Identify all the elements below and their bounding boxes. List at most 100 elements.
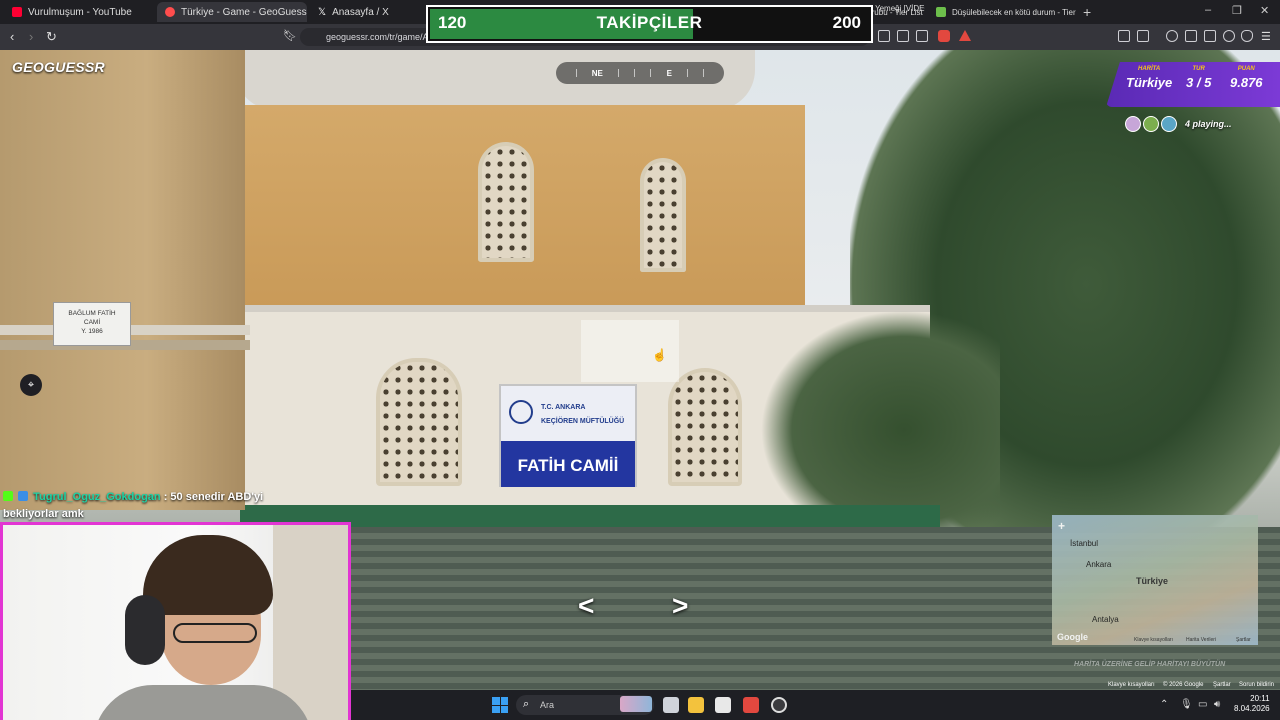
clock-date: 8.04.2026 [1234,704,1270,713]
vpn-shield-icon[interactable] [1241,30,1253,42]
goal-target: 200 [832,13,861,32]
compass-tick [618,69,620,77]
clock-time: 20:11 [1250,694,1270,703]
shortcuts-link[interactable]: Klavye kısayolları [1108,682,1155,688]
forward-arrow-icon[interactable]: › [29,29,33,44]
tab-x[interactable]: 𝕏 Anasayfa / X [310,2,425,22]
map-label-turkiye: Türkiye [1136,576,1169,586]
hud-score-label: PUAN [1237,66,1255,72]
windows-taskbar [351,690,1280,720]
players-count: 4 playing... [1185,119,1232,129]
streamer-sweater [93,685,313,720]
bookmark-icon[interactable]: 🔖︎ [283,29,297,42]
brave-shield-icon[interactable] [938,30,950,42]
tab-geoguessr[interactable]: Türkiye - Game - GeoGuessr ✕ [157,2,307,22]
ai-icon[interactable] [1223,30,1235,42]
sign-authority: T.C. ANKARA [541,404,586,411]
tab-label: Düşülebilecek en kötü durum - Tier L [952,7,1078,17]
tab-label: Vurulmuşum - YouTube [28,6,132,18]
minimize-button[interactable]: – [1205,4,1211,16]
hud-score: PUAN 9.876 [1230,66,1263,90]
maximize-button[interactable]: ❐ [1232,4,1242,17]
search-icon: ⌕ [523,698,530,710]
zoom-in-button[interactable]: + [1058,519,1065,533]
screenshot-icon[interactable] [1137,30,1149,42]
hud-round-value: 3 / 5 [1186,75,1212,90]
tray-chevron-icon[interactable]: ⌃ [1160,699,1168,710]
music-icon[interactable] [1166,30,1178,42]
kick-badge-icon [3,491,13,501]
reload-icon[interactable]: ↻ [46,29,57,45]
tab-youtube[interactable]: Vurulmuşum - YouTube [4,2,154,22]
terms-link[interactable]: Şartlar [1213,682,1231,688]
minaret [0,50,250,510]
goal-title: TAKİPÇİLER [596,13,703,32]
steam-icon[interactable] [771,697,787,713]
sign-header: T.C. ANKARA KEÇİÖREN MÜFTÜLÜĞÜ [501,386,635,441]
new-tab-button[interactable]: + [1083,4,1091,20]
file-explorer-icon[interactable] [688,697,704,713]
volume-icon[interactable]: 🔊︎ [1214,699,1220,710]
hud-score-value: 9.876 [1230,75,1263,90]
game-status-hud: HARİTA Türkiye TUR 3 / 5 PUAN 9.876 [1106,62,1280,107]
players-indicator[interactable]: 4 playing... [1125,116,1232,132]
taskbar-clock[interactable]: 20:11 8.04.2026 [1234,694,1270,714]
player-avatar [1143,116,1159,132]
extensions-icon[interactable] [1118,30,1130,42]
drum-window [478,142,534,262]
minimap-hint: HARİTA ÜZERİNE GELİP HARİTAYI BÜYÜTÜN [1074,661,1226,668]
diyanet-emblem-icon [509,400,533,424]
guess-minimap[interactable]: + İstanbul Ankara Türkiye Antalya Google… [1052,515,1258,645]
return-to-start-pin-icon[interactable]: ⌖ [20,374,42,396]
hud-round-label: TUR [1192,66,1205,72]
mosque-plaque: BAĞLUM FATİH CAMİ Y. 1986 [53,302,131,346]
close-window-button[interactable]: ✕ [1260,4,1269,17]
network-icon[interactable]: ▭ [1198,699,1207,710]
tab-label: Türkiye - Game - GeoGuessr [181,6,307,18]
brave-browser-icon[interactable] [743,697,759,713]
share-icon[interactable] [916,30,928,42]
compass[interactable]: NE E [556,62,724,84]
plaque-line: CAMİ [83,319,101,326]
compass-heading-e: E [666,68,672,78]
wallet-icon[interactable] [1204,30,1216,42]
map-label-ankara: Ankara [1086,560,1112,569]
brave-rewards-icon[interactable] [959,30,971,41]
cast-icon[interactable] [897,30,909,42]
map-shortcuts-link[interactable]: Klavye kısayolları [1134,637,1173,643]
streamer-webcam [0,522,351,720]
sidebar-icon[interactable] [1185,30,1197,42]
streamer [93,535,313,720]
windows-start-icon[interactable] [492,697,508,713]
webcam-door [273,525,348,720]
plaque-line: Y. 1986 [81,328,103,335]
mosque-sign: T.C. ANKARA KEÇİÖREN MÜFTÜLÜĞÜ FATİH CAM… [499,384,637,487]
map-data-link[interactable]: Harita Verileri [1186,637,1216,643]
microphone-icon[interactable]: 🎙︎ [1180,699,1193,710]
chat-username: Tugrul_Oguz_Gokdogan [33,491,161,503]
geoguessr-logo[interactable]: GEOGUESSR [12,59,105,75]
hud-map-label: HARİTA [1138,66,1161,72]
wall-window [668,368,742,486]
back-arrow-icon[interactable]: ‹ [10,29,14,44]
player-avatar [1125,116,1141,132]
tier-list-icon [936,7,946,17]
stream-chat-message: Tugrul_Oguz_Gokdogan : 50 senedir ABD'yi… [3,489,273,523]
plaque-line: BAĞLUM FATİH [68,310,116,317]
task-view-icon[interactable] [663,697,679,713]
store-icon[interactable] [715,697,731,713]
hud-map-value: Türkiye [1126,75,1173,90]
menu-icon[interactable]: ☰ [1261,30,1271,43]
sign-office: KEÇİÖREN MÜFTÜLÜĞÜ [541,418,625,425]
map-terms-link[interactable]: Şartlar [1236,637,1251,643]
youtube-icon [12,7,22,17]
compass-tick [634,69,636,77]
report-problem-link[interactable]: Sorun bildirin [1239,682,1274,688]
move-right-arrow[interactable]: > [672,590,688,622]
translate-icon[interactable] [878,30,890,42]
map-label-istanbul: İstanbul [1070,539,1099,548]
x-logo-icon: 𝕏 [318,6,327,18]
glasses [173,623,257,643]
tab-tier-list-2[interactable]: Düşülebilecek en kötü durum - Tier L [928,2,1078,22]
move-left-arrow[interactable]: < [578,590,594,622]
